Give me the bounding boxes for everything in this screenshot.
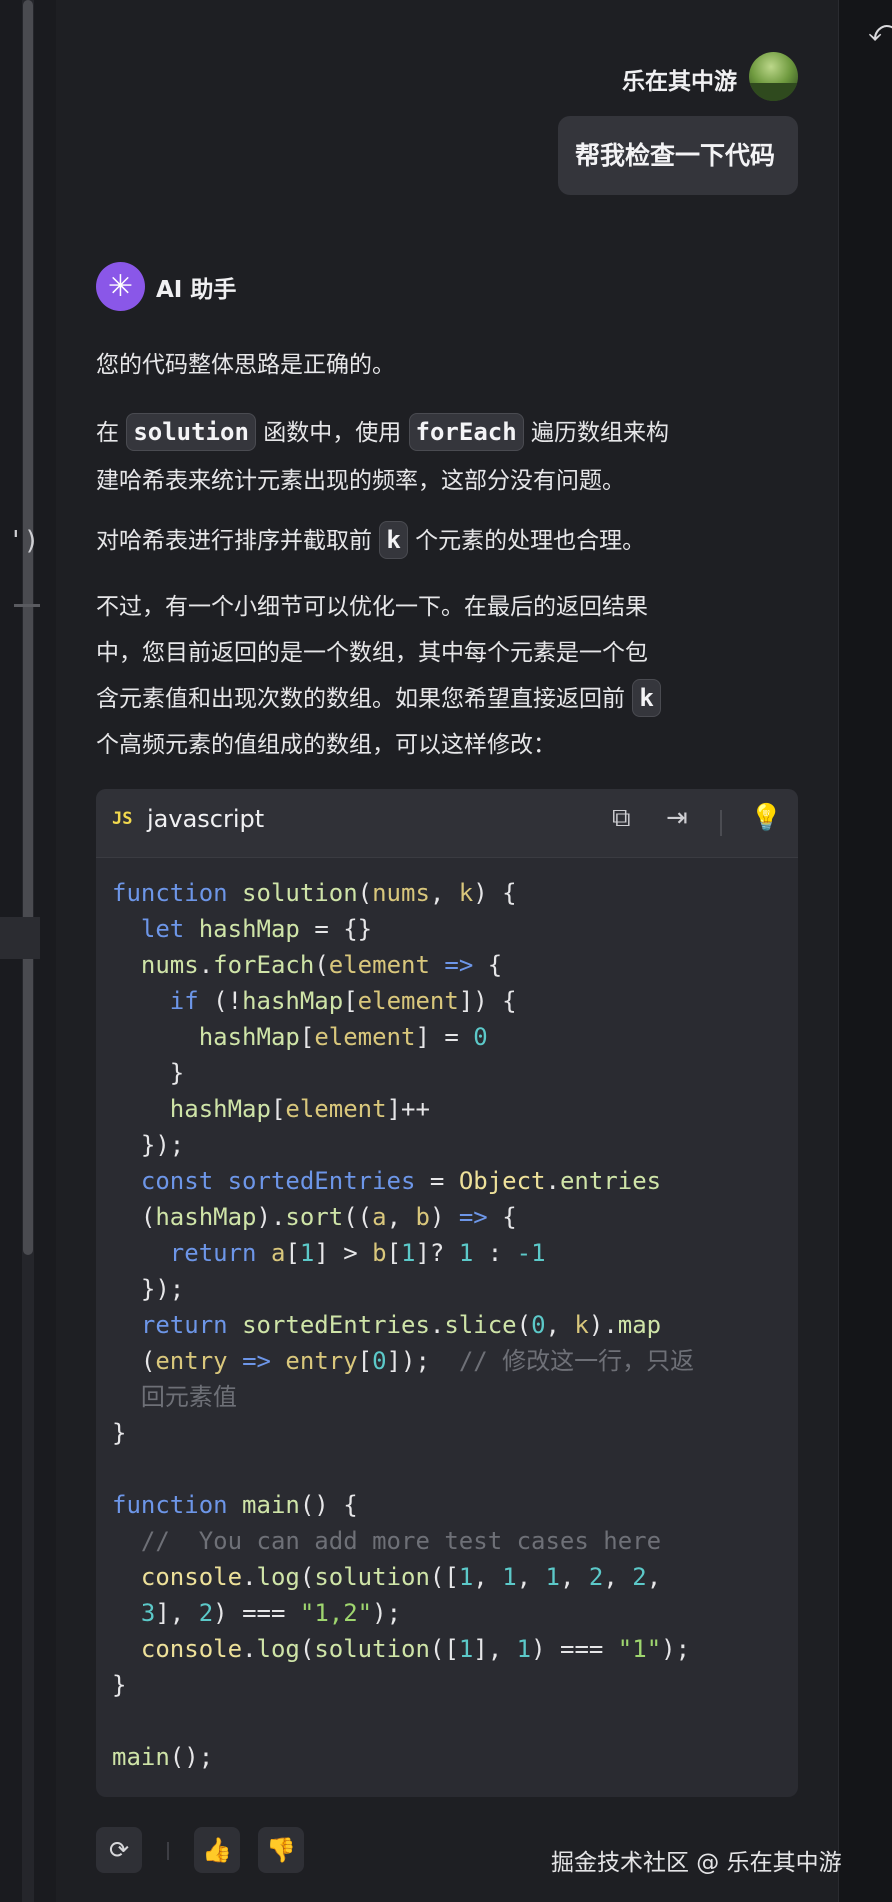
code-content: function solution(nums, k) { let hashMap…	[112, 879, 695, 1771]
right-panel-icon[interactable]: ⤺	[868, 14, 892, 49]
inline-code-k: k	[632, 679, 661, 717]
assistant-name: AI 助手	[156, 277, 237, 303]
left-pane-divider	[14, 604, 40, 607]
copy-icon[interactable]: ⧉	[612, 803, 631, 834]
text-span: 遍历数组来构	[531, 420, 669, 446]
text-span: 个高频元素的值组成的数组，可以这样修改：	[96, 732, 556, 758]
thumbs-down-icon[interactable]: 👎	[258, 1827, 304, 1873]
text-span: 对哈希表进行排序并截取前	[96, 528, 372, 554]
left-pane-code-fragment: ')	[8, 526, 40, 556]
inline-code-k: k	[379, 521, 408, 559]
answer-paragraph-2: 在 solution 函数中，使用 forEach 遍历数组来构 建哈希表来统计…	[96, 409, 736, 505]
text-span: 个元素的处理也合理。	[415, 528, 646, 554]
text-span: 不过，有一个小细节可以优化一下。在最后的返回结果	[96, 594, 648, 620]
lightbulb-icon[interactable]: 💡	[750, 803, 782, 833]
answer-paragraph-1: 您的代码整体思路是正确的。	[96, 352, 395, 378]
code-language-label: javascript	[147, 805, 265, 833]
code-block-header: JS javascript ⧉ ⇥ 💡	[96, 789, 798, 858]
refresh-icon[interactable]: ⟳	[96, 1827, 142, 1873]
text-span: 在	[96, 420, 119, 446]
thumbs-up-icon[interactable]: 👍	[194, 1827, 240, 1873]
answer-paragraph-3: 对哈希表进行排序并截取前 k 个元素的处理也合理。	[96, 517, 736, 565]
sparkle-icon: ✳	[96, 262, 145, 311]
header-separator	[720, 810, 722, 836]
inline-code-solution: solution	[126, 413, 256, 451]
text-span: 函数中，使用	[263, 420, 402, 446]
text-span: 含元素值和出现次数的数组。如果您希望直接返回前	[96, 686, 625, 712]
left-scrollbar-thumb[interactable]	[23, 0, 33, 1255]
user-avatar	[749, 52, 798, 101]
code-block: JS javascript ⧉ ⇥ 💡 function solution(nu…	[96, 789, 798, 1797]
insert-icon[interactable]: ⇥	[666, 803, 688, 833]
user-name: 乐在其中游	[622, 69, 737, 95]
left-pane-highlight	[0, 917, 40, 959]
action-separator	[167, 1842, 169, 1860]
text-span: 中，您目前返回的是一个数组，其中每个元素是一个包	[96, 640, 648, 666]
inline-code-foreach: forEach	[408, 413, 524, 451]
js-icon: JS	[112, 809, 133, 829]
answer-paragraph-4: 不过，有一个小细节可以优化一下。在最后的返回结果 中，您目前返回的是一个数组，其…	[96, 584, 736, 768]
user-message-bubble: 帮我检查一下代码	[558, 116, 798, 195]
watermark: 掘金技术社区 @ 乐在其中游	[551, 1850, 842, 1876]
right-side-panel	[838, 0, 892, 1902]
text-span: 建哈希表来统计元素出现的频率，这部分没有问题。	[96, 468, 625, 494]
